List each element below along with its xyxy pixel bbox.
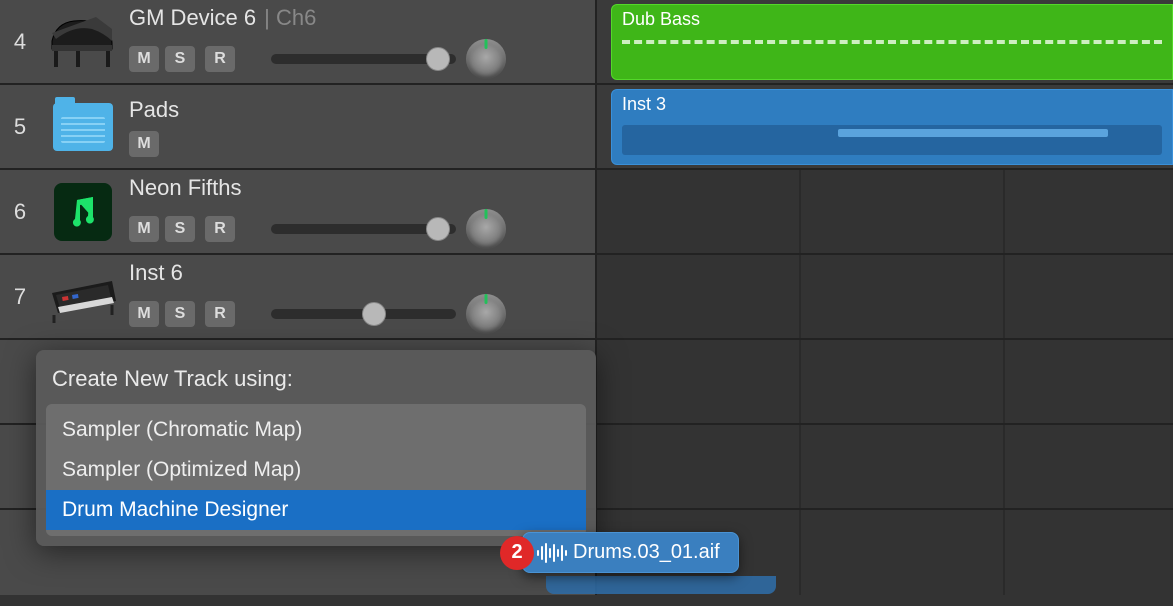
region-label: Inst 3 <box>622 94 1162 115</box>
pan-knob[interactable] <box>466 294 506 334</box>
music-note-icon <box>54 183 112 241</box>
track-row[interactable]: 4 GM Device 6 | Ch6 M S R <box>0 0 1173 85</box>
popup-option-sampler-chromatic[interactable]: Sampler (Chromatic Map) <box>46 410 586 450</box>
popup-options-list: Sampler (Chromatic Map) Sampler (Optimiz… <box>46 404 586 536</box>
track-number: 7 <box>0 255 40 338</box>
create-track-popup: Create New Track using: Sampler (Chromat… <box>36 350 596 546</box>
mute-button[interactable]: M <box>129 46 159 72</box>
solo-button[interactable]: S <box>165 216 195 242</box>
track-icon[interactable] <box>40 0 125 83</box>
track-icon[interactable] <box>40 170 125 253</box>
drag-count-badge: 2 <box>500 536 534 570</box>
mute-button[interactable]: M <box>129 131 159 157</box>
piano-icon <box>46 15 120 69</box>
track-number: 4 <box>0 0 40 83</box>
track-title: Pads <box>129 97 179 123</box>
solo-button[interactable]: S <box>165 46 195 72</box>
solo-button[interactable]: S <box>165 301 195 327</box>
midi-region[interactable]: Dub Bass <box>611 4 1173 80</box>
track-channel: | Ch6 <box>264 5 316 31</box>
track-timeline[interactable] <box>595 170 1173 253</box>
record-enable-button[interactable]: R <box>205 216 235 242</box>
keyboard-controller-icon <box>46 271 120 323</box>
mute-button[interactable]: M <box>129 216 159 242</box>
popup-option-drum-machine-designer[interactable]: Drum Machine Designer <box>46 490 586 530</box>
track-row[interactable]: 5 Pads M Inst 3 <box>0 85 1173 170</box>
track-icon[interactable] <box>40 255 125 338</box>
drag-filename: Drums.03_01.aif <box>573 541 720 564</box>
record-enable-button[interactable]: R <box>205 301 235 327</box>
waveform-icon <box>537 543 567 563</box>
pan-knob[interactable] <box>466 209 506 249</box>
drag-files-chip[interactable]: 2 Drums.03_01.aif <box>500 532 739 573</box>
popup-option-sampler-optimized[interactable]: Sampler (Optimized Map) <box>46 450 586 490</box>
track-timeline[interactable] <box>595 255 1173 338</box>
track-title: GM Device 6 <box>129 5 256 31</box>
track-number: 5 <box>0 85 40 168</box>
track-timeline[interactable]: Inst 3 <box>595 85 1173 168</box>
drag-shadow <box>546 576 776 594</box>
volume-slider[interactable] <box>271 303 456 325</box>
pan-knob[interactable] <box>466 39 506 79</box>
track-number: 6 <box>0 170 40 253</box>
track-title: Inst 6 <box>129 260 183 286</box>
track-icon[interactable] <box>40 85 125 168</box>
region-label: Dub Bass <box>622 9 1162 30</box>
volume-slider[interactable] <box>271 48 456 70</box>
mute-button[interactable]: M <box>129 301 159 327</box>
track-row[interactable]: 6 Neon Fifths M S R <box>0 170 1173 255</box>
folder-icon <box>53 103 113 151</box>
midi-region[interactable]: Inst 3 <box>611 89 1173 165</box>
track-timeline[interactable]: Dub Bass <box>595 0 1173 83</box>
track-row[interactable]: 7 Inst 6 M S R <box>0 255 1173 340</box>
volume-slider[interactable] <box>271 218 456 240</box>
record-enable-button[interactable]: R <box>205 46 235 72</box>
track-title: Neon Fifths <box>129 175 242 201</box>
popup-title: Create New Track using: <box>46 364 586 404</box>
